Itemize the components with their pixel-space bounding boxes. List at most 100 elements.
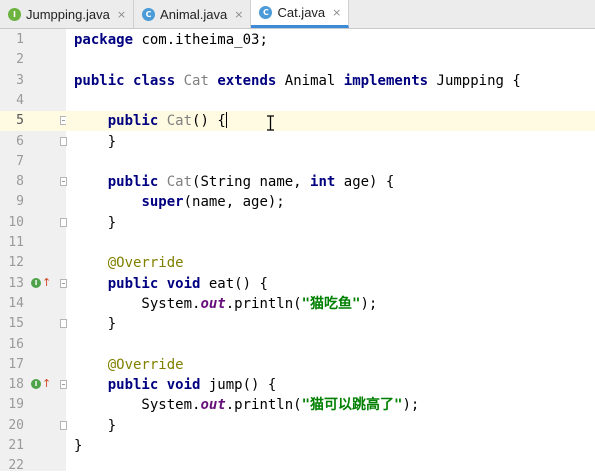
code-line-area[interactable]: super(name, age); xyxy=(66,192,595,212)
close-icon[interactable]: × xyxy=(117,8,126,21)
code-token-str: "猫吃鱼" xyxy=(301,295,361,312)
code-line[interactable]: 15 } xyxy=(0,314,595,334)
code-text[interactable]: package com.itheima_03; xyxy=(74,30,268,50)
code-line[interactable]: 14 System.out.println("猫吃鱼"); xyxy=(0,294,595,314)
code-text[interactable]: } xyxy=(74,132,116,152)
code-text[interactable]: } xyxy=(74,436,82,456)
code-line-area[interactable]: System.out.println("猫吃鱼"); xyxy=(66,294,595,314)
code-line-area[interactable]: } xyxy=(66,416,595,436)
code-line-area[interactable]: @Override xyxy=(66,253,595,273)
tab-label: Jumpping.java xyxy=(26,6,110,22)
code-line[interactable]: 13 I ↑ public void eat() { xyxy=(0,274,595,294)
code-text[interactable]: super(name, age); xyxy=(74,192,284,212)
code-line[interactable]: 3 public class Cat extends Animal impleme… xyxy=(0,71,595,91)
implements-method-icon[interactable]: I ↑ xyxy=(31,277,51,288)
code-text[interactable]: @Override xyxy=(74,355,184,375)
code-text[interactable]: } xyxy=(74,314,116,334)
code-line-area[interactable] xyxy=(66,233,595,253)
code-line[interactable]: 16 xyxy=(0,335,595,355)
code-text[interactable]: public Cat(String name, int age) { xyxy=(74,172,395,192)
code-line[interactable]: 4 xyxy=(0,91,595,111)
code-line-area[interactable] xyxy=(66,152,595,172)
code-token-plain: } xyxy=(74,417,117,434)
code-token-kw: super xyxy=(141,194,184,211)
code-text[interactable]: public void jump() { xyxy=(74,375,277,395)
code-line[interactable]: 17 @Override xyxy=(0,355,595,375)
interface-icon: I xyxy=(8,7,21,21)
code-token-kw: public xyxy=(107,377,159,394)
code-line-area[interactable]: } xyxy=(66,436,595,456)
code-line[interactable]: 12 @Override xyxy=(0,253,595,273)
text-caret xyxy=(225,112,227,129)
line-number: 2 xyxy=(16,52,24,68)
code-line-area[interactable]: System.out.println("猫可以跳高了"); xyxy=(66,395,595,415)
gutter-cell: 4 xyxy=(0,91,66,111)
code-token-kw: public xyxy=(107,174,159,191)
code-line-area[interactable]: public void eat() { xyxy=(66,274,595,294)
line-number: 3 xyxy=(16,72,24,88)
code-text[interactable]: System.out.println("猫吃鱼"); xyxy=(74,294,377,314)
gutter-cell: 7 xyxy=(0,152,66,172)
code-text[interactable]: public void eat() { xyxy=(74,274,268,294)
code-token-plain: } xyxy=(74,316,117,333)
code-line[interactable]: 21} xyxy=(0,436,595,456)
code-line-area[interactable]: } xyxy=(66,132,595,152)
tab-animal[interactable]: C Animal.java × xyxy=(134,0,252,28)
code-text[interactable]: public class Cat extends Animal implemen… xyxy=(74,71,521,91)
code-line-area[interactable] xyxy=(66,91,595,111)
code-line[interactable]: 7 xyxy=(0,152,595,172)
code-line-area[interactable]: } xyxy=(66,314,595,334)
code-line-area[interactable]: public void jump() { xyxy=(66,375,595,395)
code-token-plain: age) { xyxy=(335,174,395,191)
gutter-cell: 21 xyxy=(0,436,66,456)
code-token-plain: System. xyxy=(74,397,201,414)
code-line-area[interactable] xyxy=(66,335,595,355)
code-text[interactable]: System.out.println("猫可以跳高了"); xyxy=(74,395,419,415)
code-line[interactable]: 1 package com.itheima_03; xyxy=(0,30,595,50)
code-line[interactable]: 11 xyxy=(0,233,595,253)
code-line-area[interactable]: @Override xyxy=(66,355,595,375)
code-token-kw: public xyxy=(107,113,159,130)
line-number: 10 xyxy=(8,214,24,230)
code-line-area[interactable] xyxy=(66,456,595,476)
tab-cat[interactable]: C Cat.java × xyxy=(251,0,350,28)
line-number: 14 xyxy=(8,295,24,311)
gutter-cell: 3 xyxy=(0,71,66,91)
close-icon[interactable]: × xyxy=(332,6,341,19)
code-line-area[interactable]: } xyxy=(66,213,595,233)
close-icon[interactable]: × xyxy=(234,8,243,21)
code-token-plain: Jumpping { xyxy=(428,72,521,89)
code-line[interactable]: 18 I ↑ public void jump() { xyxy=(0,375,595,395)
text-cursor-icon xyxy=(267,115,274,131)
code-text[interactable]: public Cat() { xyxy=(74,111,227,131)
code-text[interactable]: } xyxy=(74,416,116,436)
gutter-cell: 19 xyxy=(0,395,66,415)
code-line[interactable]: 2 xyxy=(0,50,595,70)
code-line-area[interactable]: public class Cat extends Animal implemen… xyxy=(66,71,595,91)
gutter-cell: 15 xyxy=(0,314,67,334)
code-line-area[interactable]: package com.itheima_03; xyxy=(66,30,595,50)
gutter-cell: 17 xyxy=(0,355,66,375)
tab-jumpping[interactable]: I Jumpping.java × xyxy=(0,0,135,28)
code-line-area[interactable]: public Cat(String name, int age) { xyxy=(66,172,595,192)
code-line[interactable]: 19 System.out.println("猫可以跳高了"); xyxy=(0,395,595,415)
code-line[interactable]: 8 public Cat(String name, int age) { xyxy=(0,172,595,192)
code-line-area[interactable]: public Cat() { xyxy=(66,111,595,132)
line-number: 6 xyxy=(16,133,24,149)
code-editor[interactable]: 1 package com.itheima_03; 2 3 public class C… xyxy=(0,29,595,473)
code-line[interactable]: 22 xyxy=(0,456,595,476)
line-number: 4 xyxy=(16,92,24,108)
code-token-plain: (String name, xyxy=(192,174,311,191)
code-text[interactable]: } xyxy=(74,213,116,233)
code-line[interactable]: 9 super(name, age); xyxy=(0,192,595,212)
implements-method-icon[interactable]: I ↑ xyxy=(31,378,51,390)
code-token-type: Cat xyxy=(166,113,193,130)
code-text[interactable]: @Override xyxy=(74,253,184,273)
code-line[interactable]: 10 } xyxy=(0,213,595,233)
code-line[interactable]: 20 } xyxy=(0,416,595,436)
code-line[interactable]: 6 } xyxy=(0,132,595,152)
code-line[interactable]: 5 public Cat() { xyxy=(0,111,595,132)
code-token-plain: } xyxy=(74,133,117,150)
code-line-area[interactable] xyxy=(66,50,595,70)
